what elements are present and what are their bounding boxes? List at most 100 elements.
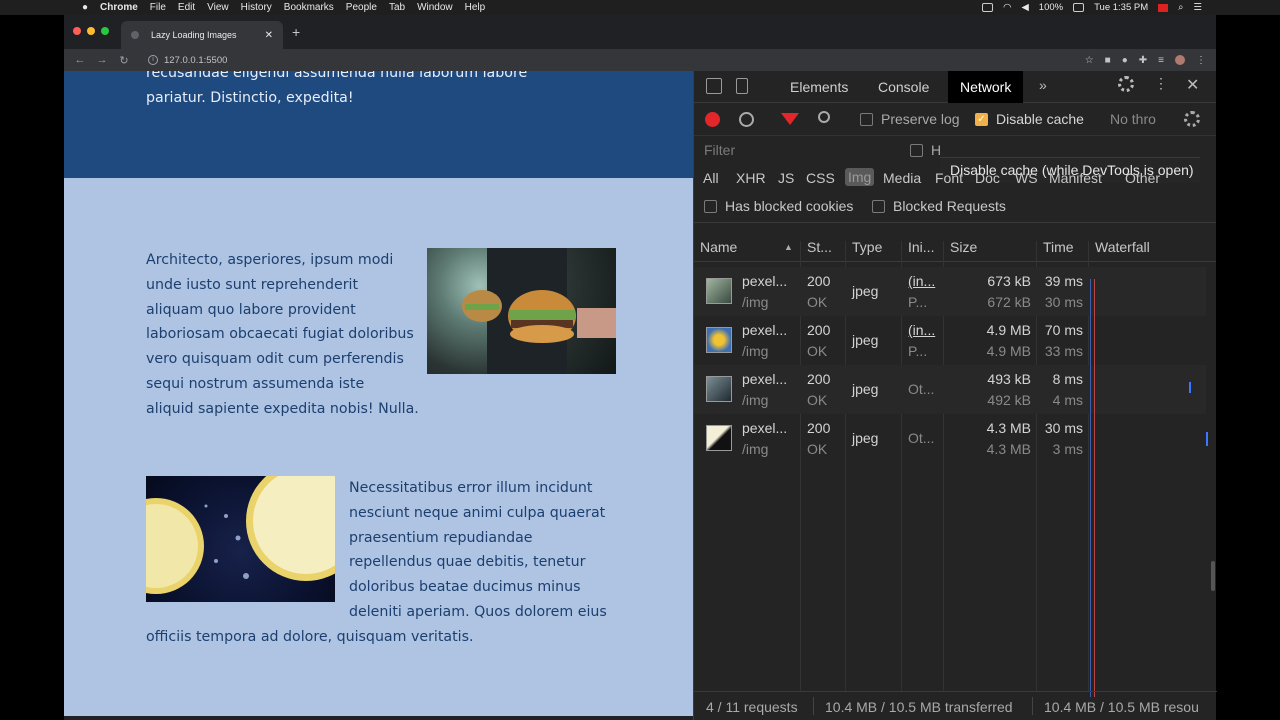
more-tabs-button[interactable]: » — [1039, 77, 1047, 93]
site-info-icon[interactable]: i — [148, 55, 158, 65]
request-row[interactable]: pexel... /img 200 OK jpeg Ot... 493 kB 4… — [694, 365, 1206, 414]
request-row[interactable]: pexel... /img 200 OK jpeg (in... P... 67… — [694, 267, 1206, 316]
request-latency: 30 ms — [1044, 294, 1083, 310]
device-toolbar-icon[interactable] — [736, 78, 748, 94]
col-name[interactable]: Name — [700, 239, 737, 255]
tab-console[interactable]: Console — [878, 71, 929, 103]
blocked-requests-label: Blocked Requests — [893, 198, 1006, 214]
address-bar[interactable]: 127.0.0.1:5500 — [164, 55, 227, 66]
blocked-requests-checkbox[interactable] — [872, 200, 885, 213]
bookmark-star-icon[interactable]: ☆ — [1085, 55, 1094, 66]
menu-view[interactable]: View — [207, 2, 229, 13]
tab-elements[interactable]: Elements — [790, 71, 848, 103]
new-tab-button[interactable]: + — [292, 24, 300, 40]
request-row[interactable]: pexel... /img 200 OK jpeg (in... P... 4.… — [694, 316, 1206, 365]
col-initiator[interactable]: Ini... — [908, 239, 934, 255]
menu-help[interactable]: Help — [465, 2, 486, 13]
menu-window[interactable]: Window — [417, 2, 453, 13]
volume-icon[interactable]: ◀ — [1021, 2, 1028, 13]
request-type: jpeg — [852, 381, 879, 397]
profile-avatar[interactable] — [1175, 55, 1185, 65]
preserve-log-label: Preserve log — [881, 111, 960, 127]
tab-network[interactable]: Network — [948, 71, 1024, 103]
browser-tab[interactable]: Lazy Loading Images ✕ — [121, 21, 283, 49]
reload-button[interactable]: ↻ — [118, 54, 130, 67]
request-status: 200 — [807, 371, 831, 387]
extension-icon-1[interactable]: ■ — [1105, 55, 1111, 66]
forward-button[interactable]: → — [96, 54, 108, 66]
back-button[interactable]: ← — [74, 54, 86, 66]
tab-close-icon[interactable]: ✕ — [265, 30, 273, 41]
image-thumbnail — [706, 327, 732, 353]
request-row[interactable]: pexel... /img 200 OK jpeg Ot... 4.3 MB 4… — [694, 414, 1208, 463]
type-manifest[interactable]: Manifest — [1049, 170, 1102, 186]
request-initiator[interactable]: (in... — [908, 273, 935, 289]
menu-file[interactable]: File — [150, 2, 166, 13]
record-button[interactable] — [705, 112, 720, 127]
request-initiator-detail: P... — [908, 343, 928, 359]
filter-input[interactable]: Filter — [704, 142, 735, 158]
col-status[interactable]: St... — [807, 239, 832, 255]
settings-gear-icon[interactable] — [1118, 76, 1134, 92]
type-doc[interactable]: Doc — [975, 170, 1000, 186]
col-waterfall[interactable]: Waterfall — [1095, 239, 1150, 255]
search-icon[interactable] — [818, 111, 830, 123]
scrollbar[interactable] — [1211, 561, 1215, 591]
puzzle-icon[interactable]: ✚ — [1139, 55, 1147, 66]
chrome-window: Lazy Loading Images ✕ + ← → ↻ i 127.0.0.… — [64, 15, 1217, 720]
col-time[interactable]: Time — [1043, 239, 1074, 255]
menu-bookmarks[interactable]: Bookmarks — [284, 2, 334, 13]
chrome-menu-icon[interactable]: ⋮ — [1196, 55, 1206, 66]
minimize-window-button[interactable] — [87, 27, 95, 35]
disable-cache-checkbox[interactable]: ✓ — [975, 113, 988, 126]
type-other[interactable]: Other — [1125, 170, 1160, 186]
apple-icon[interactable]: ● — [80, 2, 90, 13]
clock[interactable]: Tue 1:35 PM — [1094, 2, 1148, 13]
request-initiator: Ot... — [908, 430, 935, 446]
request-name: pexel... — [742, 420, 788, 436]
menu-history[interactable]: History — [241, 2, 272, 13]
filter-icon[interactable] — [781, 113, 799, 125]
type-js[interactable]: JS — [778, 170, 794, 186]
browser-toolbar: ← → ↻ i 127.0.0.1:5500 ☆ ■ ● ✚ ≡ ⋮ — [64, 49, 1216, 71]
clear-icon[interactable] — [739, 112, 754, 127]
screen-icon[interactable] — [982, 3, 994, 12]
load-event-line — [1094, 279, 1095, 697]
input-source-flag-icon[interactable] — [1158, 3, 1169, 12]
control-center-icon[interactable]: ☰ — [1193, 2, 1202, 13]
menu-people[interactable]: People — [346, 2, 377, 13]
type-font[interactable]: Font — [935, 170, 963, 186]
menu-tab[interactable]: Tab — [389, 2, 405, 13]
type-xhr[interactable]: XHR — [736, 170, 766, 186]
spotlight-icon[interactable]: ⌕ — [1178, 2, 1183, 13]
type-all[interactable]: All — [703, 170, 719, 186]
wifi-icon[interactable]: ◠ — [1003, 2, 1011, 13]
inspect-element-icon[interactable] — [706, 78, 722, 94]
type-ws[interactable]: WS — [1015, 170, 1038, 186]
type-img[interactable]: Img — [845, 168, 875, 186]
hide-data-urls-label: H — [931, 142, 942, 158]
type-css[interactable]: CSS — [806, 170, 835, 186]
extension-icon-2[interactable]: ● — [1122, 55, 1128, 66]
network-settings-icon[interactable] — [1184, 111, 1200, 127]
type-media[interactable]: Media — [883, 170, 921, 186]
media-icon[interactable]: ≡ — [1158, 55, 1164, 66]
battery-icon[interactable] — [1073, 3, 1085, 12]
close-devtools-icon[interactable]: ✕ — [1186, 75, 1199, 95]
throttling-select[interactable]: No thro — [1110, 111, 1156, 127]
request-resource-size: 4.9 MB — [986, 343, 1031, 359]
battery-percent[interactable]: 100% — [1039, 2, 1063, 13]
col-type[interactable]: Type — [852, 239, 882, 255]
request-time: 30 ms — [1044, 420, 1083, 436]
blocked-filters-row: Has blocked cookies Blocked Requests — [694, 193, 1216, 223]
devtools-menu-icon[interactable]: ⋮ — [1154, 75, 1168, 92]
menu-app-name[interactable]: Chrome — [100, 2, 138, 13]
col-size[interactable]: Size — [950, 239, 977, 255]
close-window-button[interactable] — [73, 27, 81, 35]
request-initiator[interactable]: (in... — [908, 322, 935, 338]
menu-edit[interactable]: Edit — [178, 2, 195, 13]
preserve-log-checkbox[interactable] — [860, 113, 873, 126]
hide-data-urls-checkbox[interactable] — [910, 144, 923, 157]
has-blocked-cookies-checkbox[interactable] — [704, 200, 717, 213]
maximize-window-button[interactable] — [101, 27, 109, 35]
